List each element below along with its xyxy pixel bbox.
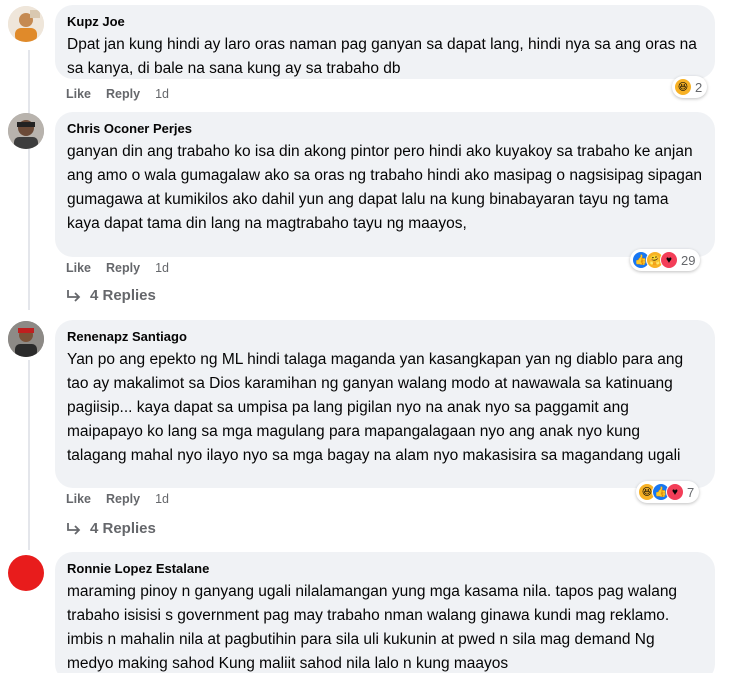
like-button[interactable]: Like: [66, 492, 91, 506]
comment-author[interactable]: Ronnie Lopez Estalane: [67, 560, 703, 578]
comment-bubble: Chris Oconer Perjes ganyan din ang traba…: [55, 112, 715, 257]
avatar[interactable]: [8, 113, 44, 149]
reaction-count: 7: [687, 484, 695, 500]
thread-line: [28, 360, 30, 550]
comment-bubble: Kupz Joe Dpat jan kung hindi ay laro ora…: [55, 5, 715, 79]
comment-text: ganyan din ang trabaho ko isa din akong …: [67, 143, 703, 232]
comment-timestamp[interactable]: 1d: [155, 261, 169, 275]
comment-timestamp[interactable]: 1d: [155, 492, 169, 506]
love-reaction-icon: ♥: [666, 483, 684, 501]
comment-bubble: Ronnie Lopez Estalane maraming pinoy n g…: [55, 552, 715, 673]
like-button[interactable]: Like: [66, 261, 91, 275]
love-reaction-icon: ♥: [660, 251, 678, 269]
comment-text: Dpat jan kung hindi ay laro oras naman p…: [67, 36, 697, 77]
thread-line: [28, 50, 30, 310]
reaction-summary[interactable]: 😆 👍 ♥ 7: [636, 481, 700, 503]
comment-author[interactable]: Kupz Joe: [67, 13, 703, 31]
comment-actions: Like Reply 1d: [66, 261, 169, 275]
reply-arrow-icon: [67, 289, 81, 302]
comment-actions: Like Reply 1d: [66, 87, 169, 101]
reaction-count: 2: [695, 79, 703, 95]
replies-label: 4 Replies: [90, 520, 156, 537]
reply-button[interactable]: Reply: [106, 492, 140, 506]
avatar[interactable]: [8, 555, 44, 591]
avatar[interactable]: [8, 321, 44, 357]
reply-button[interactable]: Reply: [106, 261, 140, 275]
comment-author[interactable]: Chris Oconer Perjes: [67, 120, 703, 138]
comment-text: Yan po ang epekto ng ML hindi talaga mag…: [67, 351, 684, 464]
like-button[interactable]: Like: [66, 87, 91, 101]
haha-reaction-icon: 😆: [674, 78, 692, 96]
replies-label: 4 Replies: [90, 287, 156, 304]
avatar[interactable]: [8, 6, 44, 42]
comment-text: maraming pinoy n ganyang ugali nilalaman…: [67, 583, 678, 672]
reply-arrow-icon: [67, 522, 81, 535]
reaction-count: 29: [681, 252, 696, 268]
view-replies-button[interactable]: 4 Replies: [66, 287, 156, 304]
reaction-summary[interactable]: 👍 🤗 ♥ 29: [630, 249, 701, 271]
view-replies-button[interactable]: 4 Replies: [66, 520, 156, 537]
reaction-summary[interactable]: 😆 2: [672, 76, 708, 98]
comment-author[interactable]: Renenapz Santiago: [67, 328, 703, 346]
reply-button[interactable]: Reply: [106, 87, 140, 101]
comment-bubble: Renenapz Santiago Yan po ang epekto ng M…: [55, 320, 715, 488]
comment-actions: Like Reply 1d: [66, 492, 169, 506]
comment-timestamp[interactable]: 1d: [155, 87, 169, 101]
